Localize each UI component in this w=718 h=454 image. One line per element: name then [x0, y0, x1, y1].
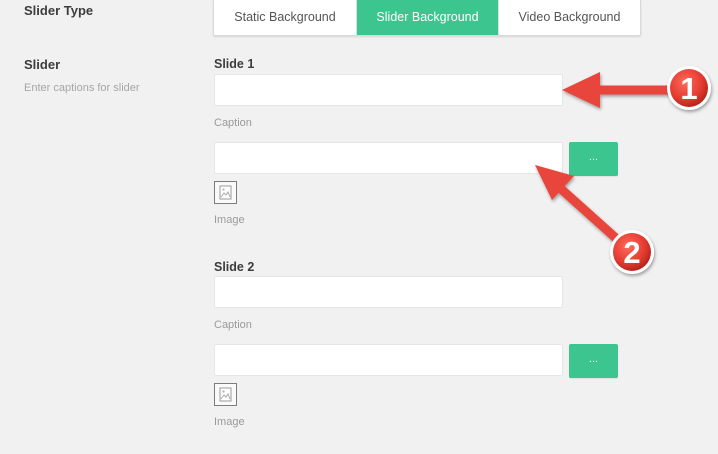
annotation-overlay: 1 2: [535, 66, 711, 274]
annotation-badge-2: 2: [610, 230, 654, 274]
annotation-number-2: 2: [623, 235, 640, 270]
annotation-number-1: 1: [680, 71, 697, 106]
annotation-badge-1: 1: [667, 66, 711, 110]
annotation-arrow-2: [535, 165, 623, 245]
annotation-arrow-1: [562, 72, 673, 108]
